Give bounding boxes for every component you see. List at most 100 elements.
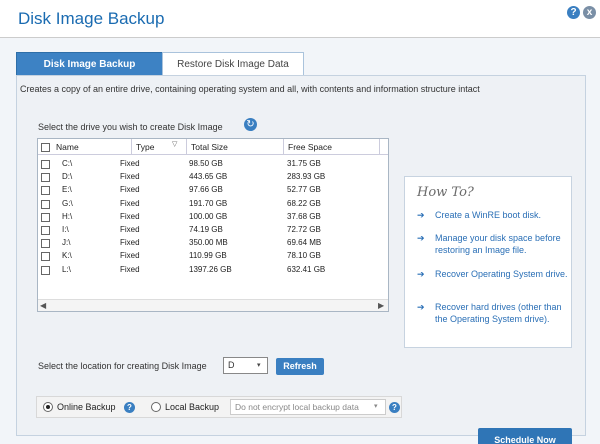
- drive-checkbox[interactable]: [41, 239, 50, 249]
- drive-type-cell: Fixed: [120, 251, 140, 261]
- local-backup-label[interactable]: Local Backup: [165, 402, 219, 412]
- drive-checkbox[interactable]: [41, 226, 50, 235]
- howto-link-text[interactable]: Recover hard drives (other than the Oper…: [435, 301, 570, 325]
- drive-free-space-cell: 68.22 GB: [287, 198, 321, 208]
- select-all-checkbox[interactable]: [41, 143, 50, 152]
- drive-name-cell: G:\: [62, 198, 73, 208]
- drive-checkbox[interactable]: [41, 252, 50, 262]
- location-label: Select the location for creating Disk Im…: [38, 361, 207, 371]
- drive-total-size-cell: 100.00 GB: [189, 211, 228, 221]
- drive-free-space-cell: 37.68 GB: [287, 211, 321, 221]
- drive-table: Name Type ▽ Total Size Free Space C:\ Fix…: [37, 138, 389, 312]
- drive-total-size-cell: 110.99 GB: [189, 251, 227, 261]
- table-row[interactable]: D:\ Fixed 443.65 GB 283.93 GB: [38, 171, 378, 184]
- drive-type-cell: Fixed: [120, 225, 140, 234]
- encrypt-select[interactable]: Do not encrypt local backup data ▾: [230, 399, 386, 415]
- column-header-free-space[interactable]: Free Space: [284, 139, 380, 155]
- drive-checkbox[interactable]: [41, 199, 50, 209]
- drive-total-size-cell: 1397.26 GB: [189, 264, 232, 274]
- table-row[interactable]: C:\ Fixed 98.50 GB 31.75 GB: [38, 158, 378, 171]
- drive-total-size-cell: 350.00 MB: [189, 238, 228, 248]
- drive-type-cell: Fixed: [120, 159, 140, 168]
- howto-link-text[interactable]: Create a WinRE boot disk.: [435, 209, 570, 221]
- drive-free-space-cell: 72.72 GB: [287, 225, 321, 234]
- drive-checkbox[interactable]: [41, 160, 50, 169]
- drive-free-space-cell: 52.77 GB: [287, 185, 321, 195]
- table-row[interactable]: K:\ Fixed 110.99 GB 78.10 GB: [38, 250, 378, 263]
- how-to-title: How To?: [417, 185, 474, 200]
- drive-checkbox[interactable]: [41, 173, 50, 183]
- scroll-right-icon[interactable]: ▶: [378, 301, 384, 310]
- online-backup-radio[interactable]: [43, 402, 53, 412]
- arrow-icon: ➔: [417, 210, 425, 220]
- column-header-name[interactable]: Name: [52, 139, 132, 155]
- horizontal-scrollbar[interactable]: ◀ ▶: [38, 299, 388, 311]
- table-row[interactable]: J:\ Fixed 350.00 MB 69.64 MB: [38, 237, 378, 250]
- drive-free-space-cell: 632.41 GB: [287, 264, 326, 274]
- sort-arrow-icon: ▽: [172, 141, 178, 148]
- location-select[interactable]: D ▾: [223, 357, 268, 374]
- arrow-icon: ➔: [417, 269, 425, 279]
- tab-restore-disk-image-data[interactable]: Restore Disk Image Data: [162, 52, 304, 76]
- howto-link-text[interactable]: Recover Operating System drive.: [435, 268, 570, 280]
- title-bar: Disk Image Backup ? x: [0, 0, 600, 38]
- close-icon[interactable]: x: [583, 6, 596, 19]
- schedule-now-button[interactable]: Schedule Now: [478, 428, 572, 444]
- drive-type-cell: Fixed: [120, 172, 140, 182]
- local-backup-radio[interactable]: [151, 402, 161, 412]
- table-row[interactable]: I:\ Fixed 74.19 GB 72.72 GB: [38, 224, 378, 237]
- how-to-panel: How To? ➔ Create a WinRE boot disk. ➔ Ma…: [404, 176, 572, 348]
- drive-name-cell: D:\: [62, 172, 73, 182]
- drive-name-cell: H:\: [62, 211, 73, 221]
- table-row[interactable]: H:\ Fixed 100.00 GB 37.68 GB: [38, 211, 378, 224]
- drive-checkbox[interactable]: [41, 265, 50, 275]
- drive-free-space-cell: 283.93 GB: [287, 172, 326, 182]
- drive-checkbox[interactable]: [41, 212, 50, 222]
- chevron-down-icon: ▾: [257, 362, 261, 369]
- arrow-icon: ➔: [417, 302, 425, 312]
- drive-type-cell: Fixed: [120, 211, 140, 221]
- drive-free-space-cell: 69.64 MB: [287, 238, 322, 248]
- online-backup-help-icon[interactable]: ?: [124, 402, 135, 413]
- tab-disk-image-backup[interactable]: Disk Image Backup: [16, 52, 163, 76]
- drive-total-size-cell: 443.65 GB: [189, 172, 228, 182]
- drive-name-cell: K:\: [62, 251, 72, 261]
- radio-selected-dot: [46, 405, 50, 409]
- drive-checkbox[interactable]: [41, 186, 50, 196]
- online-backup-label[interactable]: Online Backup: [57, 402, 116, 412]
- table-row[interactable]: E:\ Fixed 97.66 GB 52.77 GB: [38, 184, 378, 197]
- refresh-button[interactable]: Refresh: [276, 358, 324, 375]
- window-title: Disk Image Backup: [18, 9, 165, 28]
- scroll-left-icon[interactable]: ◀: [40, 301, 46, 310]
- table-row[interactable]: G:\ Fixed 191.70 GB 68.22 GB: [38, 198, 378, 211]
- drive-type-cell: Fixed: [120, 185, 140, 195]
- drive-total-size-cell: 191.70 GB: [189, 198, 228, 208]
- drive-type-cell: Fixed: [120, 238, 140, 248]
- table-row[interactable]: L:\ Fixed 1397.26 GB 632.41 GB: [38, 264, 378, 277]
- drive-name-cell: L:\: [62, 264, 71, 274]
- drive-select-label: Select the drive you wish to create Disk…: [38, 122, 223, 132]
- help-icon[interactable]: ?: [567, 6, 580, 19]
- encrypt-help-icon[interactable]: ?: [389, 402, 400, 413]
- table-header: Name Type ▽ Total Size Free Space: [38, 139, 388, 155]
- backup-options: Online Backup ? Local Backup Do not encr…: [36, 396, 402, 418]
- drive-name-cell: E:\: [62, 185, 72, 195]
- column-header-type[interactable]: Type: [132, 139, 187, 155]
- drive-total-size-cell: 98.50 GB: [189, 159, 223, 168]
- arrow-icon: ➔: [417, 233, 425, 243]
- main-area: Disk Image Backup Restore Disk Image Dat…: [0, 38, 600, 444]
- chevron-down-icon: ▾: [374, 403, 378, 410]
- description-text: Creates a copy of an entire drive, conta…: [20, 84, 480, 94]
- refresh-drives-icon[interactable]: ↻: [244, 118, 257, 131]
- encrypt-select-value: Do not encrypt local backup data: [235, 402, 359, 412]
- howto-link-text[interactable]: Manage your disk space before restoring …: [435, 232, 570, 256]
- column-header-total-size[interactable]: Total Size: [187, 139, 284, 155]
- drive-free-space-cell: 31.75 GB: [287, 159, 321, 168]
- drive-name-cell: C:\: [62, 159, 73, 168]
- drive-type-cell: Fixed: [120, 264, 140, 274]
- drive-name-cell: J:\: [62, 238, 71, 248]
- drive-total-size-cell: 97.66 GB: [189, 185, 223, 195]
- drive-name-cell: I:\: [62, 225, 69, 234]
- location-selected-value: D: [228, 360, 235, 370]
- drive-type-cell: Fixed: [120, 198, 140, 208]
